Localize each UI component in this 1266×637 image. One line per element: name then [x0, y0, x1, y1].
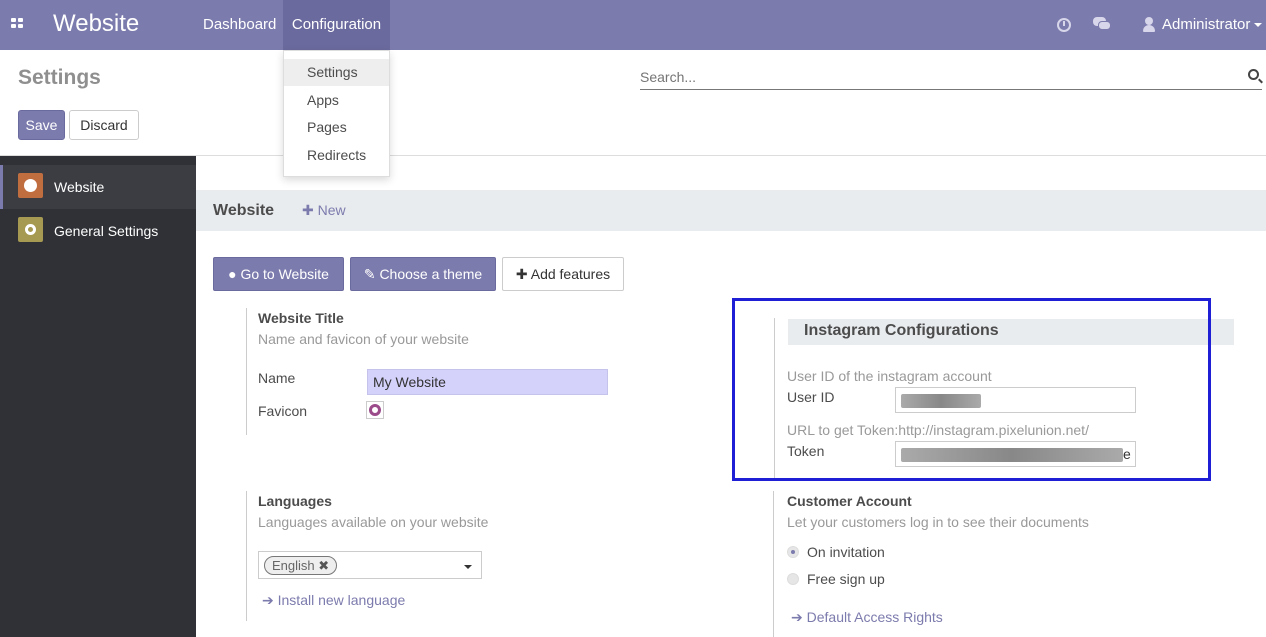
- sidebar-item-general-settings[interactable]: General Settings: [0, 209, 196, 253]
- name-label: Name: [258, 370, 296, 386]
- setting-description: Let your customers log in to see their d…: [787, 514, 1089, 530]
- plus-icon: ✚: [515, 266, 531, 282]
- default-access-rights-link[interactable]: ➔ Default Access Rights: [791, 609, 943, 626]
- chevron-down-icon[interactable]: [1254, 23, 1262, 27]
- clock-icon[interactable]: [1057, 18, 1071, 32]
- app-brand[interactable]: Website: [53, 10, 139, 38]
- install-language-link[interactable]: ➔ Install new language: [262, 592, 405, 609]
- add-features-button[interactable]: ✚ Add features: [502, 257, 624, 291]
- configuration-dropdown: Settings Apps Pages Redirects: [283, 50, 390, 177]
- settings-sidebar: Website General Settings: [0, 156, 196, 637]
- language-tag: English ✖: [264, 556, 338, 575]
- setting-title: Website Title: [258, 310, 344, 326]
- arrow-right-icon: ➔: [791, 609, 807, 625]
- globe-icon: ●: [228, 266, 241, 282]
- page-title: Settings: [18, 66, 101, 89]
- button-label: Go to Website: [240, 266, 329, 282]
- setting-description: Languages available on your website: [258, 514, 489, 530]
- globe-icon: [18, 173, 43, 198]
- close-icon[interactable]: ✖: [318, 558, 329, 573]
- customer-account-setting: Customer Account Let your customers log …: [773, 491, 1253, 637]
- gear-icon: [18, 217, 43, 242]
- link-label: Default Access Rights: [806, 609, 943, 625]
- sidebar-item-website[interactable]: Website: [0, 165, 196, 209]
- search-icon[interactable]: [1248, 69, 1259, 80]
- menu-item-pages[interactable]: Pages: [284, 114, 389, 141]
- go-to-website-button[interactable]: ● Go to Website: [213, 257, 344, 291]
- discard-button[interactable]: Discard: [69, 110, 139, 140]
- menu-item-apps[interactable]: Apps: [284, 87, 389, 114]
- brush-icon: ✎: [363, 266, 380, 282]
- highlight-annotation: [732, 298, 1211, 481]
- user-icon: [1143, 17, 1155, 33]
- radio-label: On invitation: [807, 544, 885, 560]
- languages-select[interactable]: English ✖: [258, 551, 482, 579]
- button-label: Choose a theme: [379, 266, 483, 282]
- arrow-right-icon: ➔: [262, 592, 278, 608]
- setting-title: Customer Account: [787, 493, 912, 509]
- new-link-label: New: [317, 202, 346, 218]
- favicon-image[interactable]: [366, 401, 384, 419]
- section-title: Website: [213, 202, 275, 219]
- choose-theme-button[interactable]: ✎ Choose a theme: [350, 257, 496, 291]
- apps-grid-icon[interactable]: [11, 18, 25, 30]
- user-menu[interactable]: Administrator: [1162, 0, 1250, 50]
- menu-item-redirects[interactable]: Redirects: [284, 142, 389, 169]
- menu-configuration[interactable]: Configuration: [283, 0, 390, 50]
- name-field[interactable]: My Website: [367, 369, 608, 395]
- top-navbar: Website Dashboard Configuration Administ…: [0, 0, 1266, 50]
- favicon-icon: [369, 404, 381, 416]
- languages-setting: Languages Languages available on your we…: [246, 491, 726, 621]
- setting-description: Name and favicon of your website: [258, 331, 469, 347]
- link-label: Install new language: [277, 592, 406, 608]
- menu-item-settings[interactable]: Settings: [284, 59, 389, 86]
- menu-dashboard[interactable]: Dashboard: [203, 0, 276, 50]
- radio-on-invitation[interactable]: [787, 546, 799, 558]
- website-title-setting: Website Title Name and favicon of your w…: [246, 308, 726, 435]
- language-tag-label: English: [272, 558, 315, 573]
- radio-free-signup[interactable]: [787, 573, 799, 585]
- sidebar-item-label: Website: [54, 179, 105, 195]
- save-button[interactable]: Save: [18, 110, 65, 140]
- button-label: Add features: [530, 266, 611, 282]
- favicon-label: Favicon: [258, 403, 308, 419]
- sidebar-item-label: General Settings: [54, 223, 159, 239]
- new-link[interactable]: ✚ New: [302, 202, 346, 219]
- radio-label: Free sign up: [807, 571, 885, 587]
- setting-title: Languages: [258, 493, 332, 509]
- plus-icon: ✚: [302, 202, 318, 218]
- section-header: Website ✚ New: [196, 190, 1266, 231]
- chevron-down-icon[interactable]: [464, 565, 472, 569]
- search-input[interactable]: [640, 64, 1262, 90]
